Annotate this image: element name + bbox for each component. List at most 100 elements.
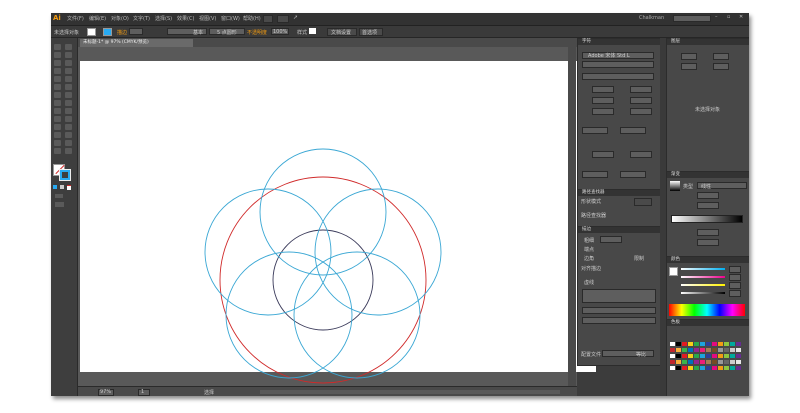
color-panel-title[interactable]: 颜色 [667,257,749,263]
swatch-cell[interactable] [730,366,735,370]
ellipse-tool-icon[interactable] [65,68,72,74]
minimize-icon[interactable]: – [715,14,718,20]
eraser-tool-icon[interactable] [65,84,72,90]
arrow-scale-fields[interactable] [582,317,656,324]
blend-tool-icon[interactable] [65,124,72,130]
pen-tool-icon[interactable] [54,60,61,66]
swatch-cell[interactable] [694,342,699,346]
swatch-cell[interactable] [736,348,741,352]
menu-edit[interactable]: 编辑(E) [89,15,106,22]
expand-button[interactable] [634,198,652,206]
language-field[interactable] [582,127,608,134]
kerning-field[interactable] [592,97,614,104]
opacity-label[interactable]: 不透明度 [247,29,267,36]
swatch-cell[interactable] [724,348,729,352]
composer-field[interactable] [620,171,646,178]
lasso-tool-icon[interactable] [65,52,72,58]
swatch-cell[interactable] [688,354,693,358]
swatch-cell[interactable] [730,360,735,364]
gradient-panel-title[interactable]: 渐变 [667,172,749,178]
perspective-grid-tool-icon[interactable] [65,108,72,114]
gradient-opacity-field[interactable] [697,229,719,236]
swatch-cell[interactable] [700,360,705,364]
swatch-cell[interactable] [670,366,675,370]
swatch-cell[interactable] [700,366,705,370]
stroke-label[interactable]: 描边 [117,29,127,36]
horizontal-scrollbar[interactable] [260,390,560,394]
swatch-cell[interactable] [718,360,723,364]
swatch-cell[interactable] [670,342,675,346]
swatch-cell[interactable] [688,348,693,352]
color-spectrum[interactable] [669,304,745,316]
profile-field[interactable] [602,350,654,357]
swatch-cell[interactable] [718,348,723,352]
menu-window[interactable]: 窗口(W) [221,15,240,22]
swatch-cell[interactable] [724,360,729,364]
pathfinder-title[interactable]: 路径查找器 [578,190,660,196]
none-mode-icon[interactable] [67,185,71,190]
zoom-tool-icon[interactable] [65,148,72,154]
swatch-cell[interactable] [712,360,717,364]
arrange-docs-button[interactable] [277,15,289,23]
swatch-cell[interactable] [712,366,717,370]
menu-object[interactable]: 对象(O) [111,15,129,22]
swatch-cell[interactable] [706,354,711,358]
swatch-cell[interactable] [706,342,711,346]
menu-type[interactable]: 文字(T) [133,15,150,22]
swatch-cell[interactable] [736,360,741,364]
menu-help[interactable]: 帮助(H) [243,15,261,22]
swatch-cell[interactable] [688,366,693,370]
bridge-button[interactable] [263,15,273,23]
magenta-slider[interactable] [681,276,725,278]
menu-select[interactable]: 选择(S) [155,15,172,22]
swatch-cell[interactable] [670,354,675,358]
free-transform-tool-icon[interactable] [65,100,72,106]
screen-mode-icon[interactable] [55,202,64,207]
swatch-cell[interactable] [736,342,741,346]
symbol-sprayer-tool-icon[interactable] [54,132,61,138]
swatch-cell[interactable] [688,342,693,346]
indent-field[interactable] [592,151,614,158]
gradient-mode-icon[interactable] [60,185,64,189]
appearance-field-2[interactable] [713,53,729,60]
menu-effect[interactable]: 效果(C) [177,15,194,22]
black-value-field[interactable] [729,290,741,297]
appearance-field-3[interactable] [681,63,697,70]
graph-tool-icon[interactable] [65,132,72,138]
fill-swatch[interactable] [87,28,96,36]
gradient-preview[interactable] [670,181,680,191]
scale-tool-icon[interactable] [65,92,72,98]
swatch-cell[interactable] [682,366,687,370]
gradient-angle-field[interactable] [697,192,719,199]
appearance-field-1[interactable] [681,53,697,60]
tracking-field[interactable] [630,86,652,93]
swatch-cell[interactable] [706,348,711,352]
swatches-panel-title[interactable]: 色板 [667,320,749,326]
maximize-icon[interactable]: ▫ [727,14,730,20]
arrowhead-fields[interactable] [582,307,656,314]
hand-tool-icon[interactable] [54,148,61,154]
magenta-value-field[interactable] [729,274,741,281]
swatch-cell[interactable] [694,366,699,370]
font-style-field[interactable] [582,61,654,68]
hyphenate-field[interactable] [582,171,608,178]
cyan-value-field[interactable] [729,266,741,273]
shape-builder-tool-icon[interactable] [54,108,61,114]
color-mode-icon[interactable] [53,185,57,189]
magic-wand-tool-icon[interactable] [54,52,61,58]
anti-alias-field[interactable] [620,127,646,134]
swatch-cell[interactable] [688,360,693,364]
type-tool-icon[interactable] [65,60,72,66]
blob-brush-tool-icon[interactable] [54,84,61,90]
swatch-cell[interactable] [712,354,717,358]
circles-artwork[interactable] [78,38,577,396]
swatch-cell[interactable] [700,354,705,358]
direct-selection-tool-icon[interactable] [65,44,72,50]
style-swatch[interactable] [309,28,316,34]
baseline-field[interactable] [592,108,614,115]
leading-field[interactable] [592,86,614,93]
rotate-tool-icon[interactable] [54,92,61,98]
width-tool-icon[interactable] [54,100,61,106]
swatch-cell[interactable] [670,348,675,352]
menu-file[interactable]: 文件(F) [67,15,84,22]
